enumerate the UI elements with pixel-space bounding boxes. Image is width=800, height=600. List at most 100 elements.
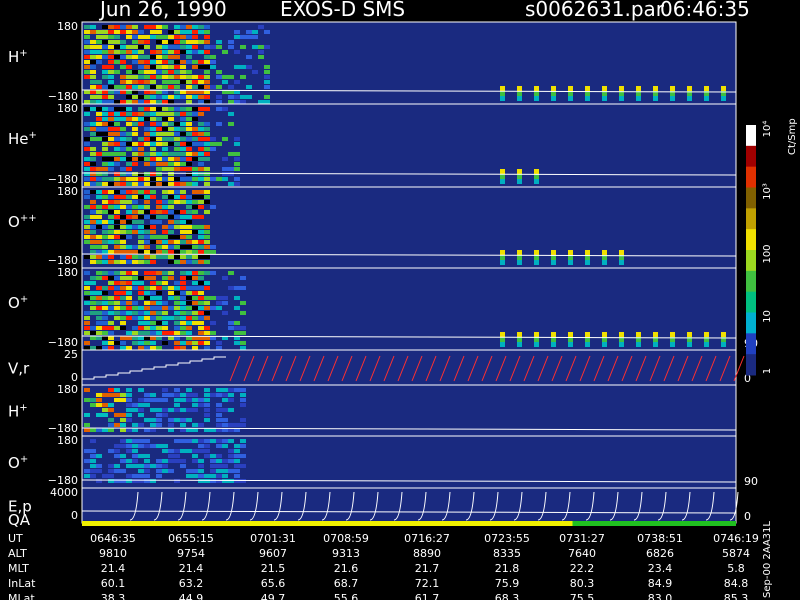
spectrogram-cell bbox=[222, 177, 228, 181]
spectrogram-cell bbox=[132, 152, 138, 156]
spectrogram-cell bbox=[132, 271, 138, 275]
spectrogram-cell bbox=[180, 393, 186, 397]
spectrogram-cell bbox=[186, 449, 192, 453]
spectrogram-cell bbox=[114, 210, 120, 214]
spectrogram-cell bbox=[162, 225, 168, 229]
spectrogram-cell bbox=[108, 408, 114, 412]
axis-top-tick: 4000 bbox=[50, 486, 78, 499]
spectrogram-cell bbox=[162, 195, 168, 199]
spectrogram-cell bbox=[126, 301, 132, 305]
spectrogram-cell bbox=[204, 316, 210, 320]
spectrogram-cell bbox=[186, 35, 192, 39]
spectrogram-cell bbox=[90, 90, 96, 94]
spectrogram-cell bbox=[96, 190, 102, 194]
spectrogram-cell bbox=[198, 100, 204, 104]
spectrogram-cell bbox=[84, 296, 90, 300]
spectrogram-cell bbox=[150, 301, 156, 305]
spectrogram-cell bbox=[216, 388, 222, 392]
spectrogram-cell bbox=[210, 205, 216, 209]
spectrogram-cell bbox=[186, 107, 192, 111]
spectrogram-cell bbox=[114, 235, 120, 239]
spectrogram-cell bbox=[150, 291, 156, 295]
spectrogram-cell bbox=[204, 80, 210, 84]
spectrogram-cell bbox=[210, 60, 216, 64]
colorbar-swatch bbox=[746, 333, 756, 355]
spectrogram-cell bbox=[120, 250, 126, 254]
spectrogram-cell bbox=[138, 331, 144, 335]
spectrogram-cell bbox=[204, 439, 210, 443]
spectrogram-cell bbox=[114, 454, 120, 458]
spectrogram-cell bbox=[90, 55, 96, 59]
spectrogram-cell bbox=[120, 418, 126, 422]
spectrogram-cell bbox=[210, 65, 216, 69]
spectrogram-cell bbox=[120, 107, 126, 111]
spectrogram-cell bbox=[168, 230, 174, 234]
burst-cell bbox=[517, 342, 522, 347]
spectrogram-cell bbox=[102, 336, 108, 340]
spectrogram-cell bbox=[198, 107, 204, 111]
spectrogram-cell bbox=[114, 152, 120, 156]
spectrogram-cell bbox=[198, 132, 204, 136]
spectrogram-cell bbox=[234, 474, 240, 478]
spectrogram-cell bbox=[180, 152, 186, 156]
spectrogram-cell bbox=[156, 50, 162, 54]
spectrogram-cell bbox=[84, 474, 90, 478]
spectrogram-cell bbox=[240, 35, 246, 39]
spectrogram-cell bbox=[90, 107, 96, 111]
spectrogram-cell bbox=[138, 80, 144, 84]
spectrogram-cell bbox=[222, 276, 228, 280]
spectrogram-cell bbox=[168, 40, 174, 44]
spectrogram-cell bbox=[234, 95, 240, 99]
spectrogram-cell bbox=[96, 331, 102, 335]
footer-cell: 84.8 bbox=[724, 577, 749, 590]
spectrogram-cell bbox=[102, 152, 108, 156]
spectrogram-cell bbox=[186, 388, 192, 392]
spectrogram-cell bbox=[204, 408, 210, 412]
spectrogram-cell bbox=[186, 321, 192, 325]
spectrogram-cell bbox=[120, 281, 126, 285]
spectrogram-cell bbox=[198, 281, 204, 285]
spectrogram-cell bbox=[126, 215, 132, 219]
spectrogram-cell bbox=[186, 306, 192, 310]
spectrogram-cell bbox=[96, 215, 102, 219]
spectrogram-cell bbox=[168, 459, 174, 463]
spectrogram-cell bbox=[162, 444, 168, 448]
spectrogram-cell bbox=[168, 45, 174, 49]
spectrogram-cell bbox=[204, 195, 210, 199]
spectrogram-cell bbox=[90, 225, 96, 229]
spectrogram-cell bbox=[174, 122, 180, 126]
qa-segment bbox=[245, 521, 409, 526]
spectrogram-cell bbox=[204, 107, 210, 111]
spectrogram-cell bbox=[180, 75, 186, 79]
spectrogram-cell bbox=[234, 137, 240, 141]
spectrogram-cell bbox=[108, 388, 114, 392]
burst-cell bbox=[517, 86, 522, 91]
colorbar-swatch bbox=[746, 270, 756, 293]
spectrogram-cell bbox=[108, 152, 114, 156]
footer-row-label: MLat bbox=[8, 592, 35, 600]
spectrogram-cell bbox=[90, 30, 96, 34]
spectrogram-cell bbox=[186, 40, 192, 44]
spectrogram-cell bbox=[180, 117, 186, 121]
spectrogram-cell bbox=[156, 316, 162, 320]
spectrogram-cell bbox=[162, 182, 168, 186]
spectrogram-cell bbox=[198, 245, 204, 249]
spectrogram-cell bbox=[132, 281, 138, 285]
spectrogram-cell bbox=[90, 162, 96, 166]
spectrogram-cell bbox=[150, 35, 156, 39]
spectrogram-cell bbox=[108, 80, 114, 84]
spectrogram-cell bbox=[132, 182, 138, 186]
spectrogram-cell bbox=[240, 276, 246, 280]
spectrogram-cell bbox=[228, 112, 234, 116]
spectrogram-cell bbox=[84, 326, 90, 330]
spectrogram-cell bbox=[156, 281, 162, 285]
spectrogram-cell bbox=[96, 85, 102, 89]
spectrogram-cell bbox=[96, 301, 102, 305]
spectrogram-cell bbox=[90, 291, 96, 295]
spectrogram-cell bbox=[204, 85, 210, 89]
spectrogram-cell bbox=[132, 132, 138, 136]
spectrogram-cell bbox=[138, 439, 144, 443]
spectrogram-cell bbox=[228, 152, 234, 156]
spectrogram-cell bbox=[144, 190, 150, 194]
spectrogram-cell bbox=[150, 311, 156, 315]
